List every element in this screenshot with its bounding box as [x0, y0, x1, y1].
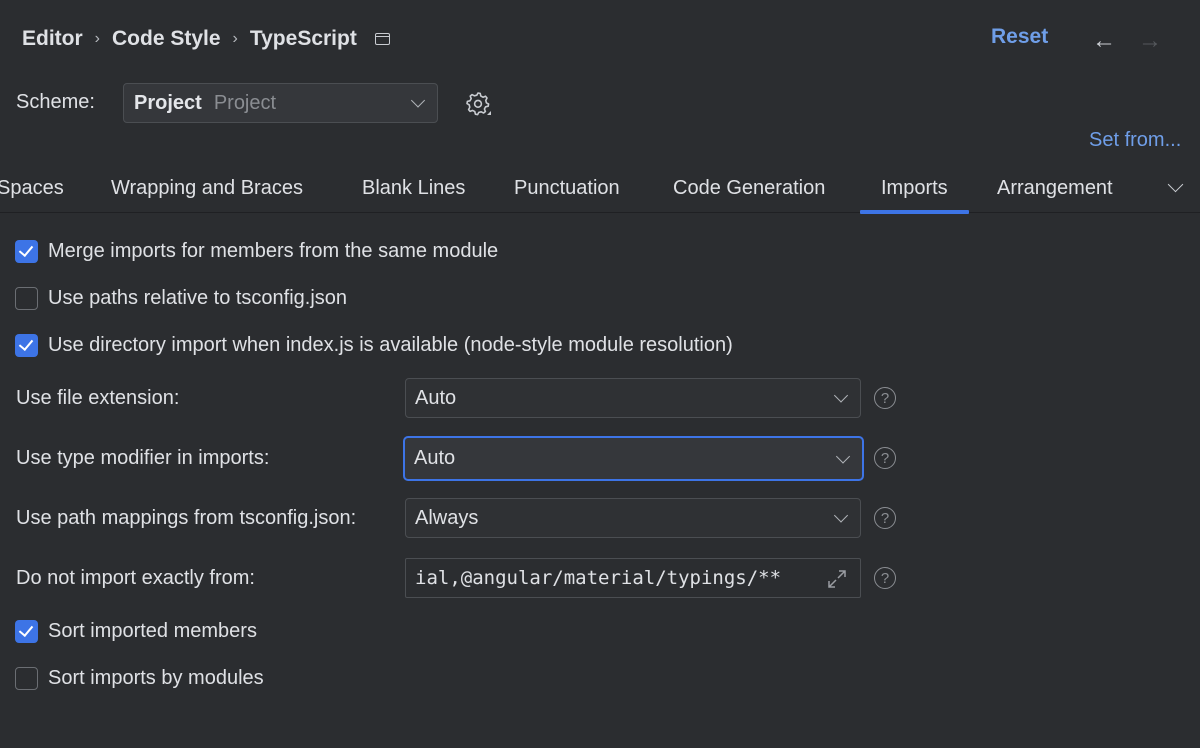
- checkbox-unchecked-icon[interactable]: [15, 667, 38, 690]
- forward-arrow-icon: →: [1138, 27, 1162, 54]
- more-tabs-chevron-icon[interactable]: [1167, 176, 1184, 193]
- scheme-label: Scheme:: [16, 91, 95, 113]
- path-mappings-value: Always: [415, 506, 479, 529]
- tab-arrangement[interactable]: Arrangement: [997, 177, 1113, 200]
- window-icon[interactable]: [374, 33, 390, 45]
- do-not-import-label: Do not import exactly from:: [16, 567, 255, 589]
- do-not-import-value: ial,@angular/material/typings/**: [415, 567, 782, 589]
- help-icon[interactable]: ?: [874, 387, 896, 409]
- merge-imports-label: Merge imports for members from the same …: [48, 240, 499, 262]
- scheme-type: Project: [213, 91, 277, 114]
- chevron-down-icon: [835, 448, 851, 464]
- breadcrumb-editor[interactable]: Editor: [22, 27, 83, 51]
- merge-imports-checkbox[interactable]: Merge imports for members from the same …: [15, 240, 498, 263]
- help-icon[interactable]: ?: [874, 447, 896, 469]
- sort-by-modules-checkbox[interactable]: Sort imports by modules: [15, 667, 264, 690]
- scheme-dropdown[interactable]: Project Project: [123, 83, 438, 123]
- scheme-name: Project: [134, 91, 202, 114]
- help-icon[interactable]: ?: [874, 507, 896, 529]
- breadcrumb-separator: ›: [94, 30, 100, 47]
- tab-punctuation[interactable]: Punctuation: [514, 177, 620, 200]
- file-extension-label: Use file extension:: [16, 387, 180, 409]
- chevron-down-icon: [410, 93, 426, 108]
- directory-import-checkbox[interactable]: Use directory import when index.js is av…: [15, 334, 733, 357]
- breadcrumb-typescript: TypeScript: [249, 27, 357, 50]
- breadcrumb-code-style[interactable]: Code Style: [112, 27, 221, 51]
- tab-bar: Spaces Wrapping and Braces Blank Lines P…: [0, 168, 1200, 214]
- checkbox-checked-icon[interactable]: [15, 334, 38, 357]
- set-from-link[interactable]: Set from...: [1089, 129, 1181, 152]
- sort-members-label: Sort imported members: [48, 620, 257, 642]
- file-extension-dropdown[interactable]: Auto: [405, 378, 861, 418]
- file-extension-value: Auto: [415, 386, 457, 409]
- tab-blank-lines[interactable]: Blank Lines: [362, 177, 465, 200]
- relative-paths-checkbox[interactable]: Use paths relative to tsconfig.json: [15, 287, 347, 310]
- checkbox-checked-icon[interactable]: [15, 620, 38, 643]
- breadcrumb-separator: ›: [232, 30, 238, 47]
- chevron-down-icon: [833, 388, 849, 403]
- tab-wrapping-and-braces[interactable]: Wrapping and Braces: [111, 177, 303, 200]
- do-not-import-input[interactable]: ial,@angular/material/typings/**: [405, 558, 861, 598]
- type-modifier-dropdown[interactable]: Auto: [403, 436, 864, 481]
- type-modifier-label: Use type modifier in imports:: [16, 447, 270, 469]
- checkbox-unchecked-icon[interactable]: [15, 287, 38, 310]
- directory-import-label: Use directory import when index.js is av…: [48, 334, 733, 356]
- path-mappings-label: Use path mappings from tsconfig.json:: [16, 507, 357, 529]
- breadcrumb: Editor › Code Style › TypeScript: [22, 24, 390, 54]
- back-arrow-icon[interactable]: ←: [1092, 27, 1116, 55]
- help-icon[interactable]: ?: [874, 567, 896, 589]
- expand-icon[interactable]: [826, 568, 848, 590]
- tab-code-generation[interactable]: Code Generation: [673, 177, 825, 200]
- tab-spaces[interactable]: Spaces: [0, 177, 64, 200]
- chevron-down-icon: [833, 508, 849, 523]
- relative-paths-label: Use paths relative to tsconfig.json: [48, 287, 348, 309]
- gear-icon[interactable]: [465, 90, 491, 116]
- checkbox-checked-icon[interactable]: [15, 240, 38, 263]
- path-mappings-dropdown[interactable]: Always: [405, 498, 861, 538]
- tab-imports[interactable]: Imports: [860, 177, 969, 214]
- sort-by-modules-label: Sort imports by modules: [48, 667, 264, 689]
- type-modifier-value: Auto: [414, 447, 456, 469]
- reset-button[interactable]: Reset: [991, 25, 1048, 49]
- sort-members-checkbox[interactable]: Sort imported members: [15, 620, 257, 643]
